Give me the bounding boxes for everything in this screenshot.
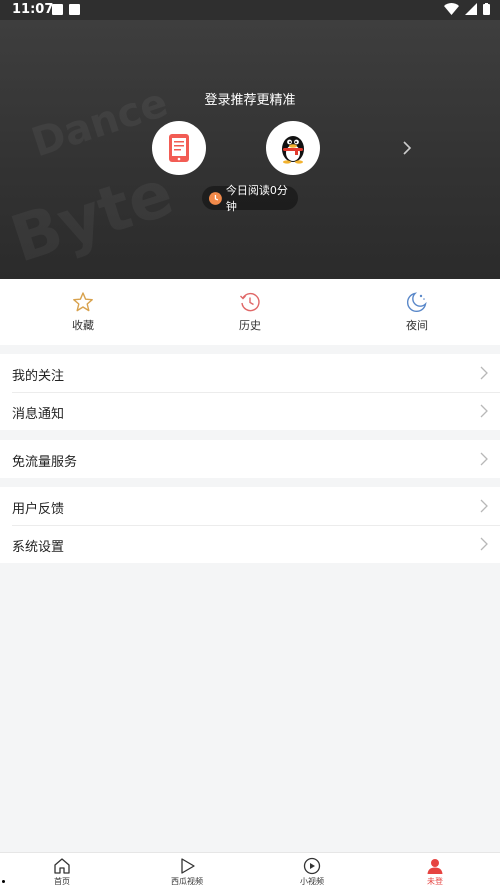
signal-icon xyxy=(465,3,477,15)
favorites-button[interactable]: 收藏 xyxy=(43,291,123,333)
nav-profile[interactable]: 未登 xyxy=(405,857,465,887)
phone-icon xyxy=(169,134,189,162)
history-icon xyxy=(240,292,260,312)
phone-login-button[interactable] xyxy=(152,121,206,175)
status-icons xyxy=(444,3,490,15)
night-mode-button[interactable]: 夜间 xyxy=(377,291,457,333)
menu-item-feedback[interactable]: 用户反馈 xyxy=(0,487,500,525)
menu-group-3: 用户反馈 系统设置 xyxy=(0,487,500,563)
chevron-right-icon xyxy=(480,452,488,466)
menu-item-data-free[interactable]: 免流量服务 xyxy=(0,440,500,478)
bottom-nav: 首页 西瓜视频 小视频 未登 xyxy=(0,852,500,888)
login-header: Byte Dance 登录推荐更精准 今日阅读0分钟 xyxy=(0,20,500,279)
menu-item-notifications[interactable]: 消息通知 xyxy=(0,392,500,430)
star-icon xyxy=(73,292,93,312)
battery-icon xyxy=(483,3,490,15)
nav-label: 首页 xyxy=(54,877,70,886)
app-icon xyxy=(69,4,80,15)
chevron-right-icon xyxy=(403,141,412,155)
menu-group-1: 我的关注 消息通知 xyxy=(0,354,500,430)
favorites-label: 收藏 xyxy=(72,319,94,332)
chevron-right-icon xyxy=(480,499,488,513)
chevron-right-icon xyxy=(480,404,488,418)
reading-time-text: 今日阅读0分钟 xyxy=(225,184,288,213)
nav-label: 西瓜视频 xyxy=(171,877,203,886)
quick-actions: 收藏 历史 夜间 xyxy=(0,279,500,345)
qq-login-button[interactable] xyxy=(266,121,320,175)
login-title: 登录推荐更精准 xyxy=(204,93,296,108)
menu-item-label: 用户反馈 xyxy=(12,502,65,517)
moon-icon xyxy=(406,292,427,313)
menu-item-follows[interactable]: 我的关注 xyxy=(0,354,500,392)
small-video-icon xyxy=(303,857,321,875)
play-icon xyxy=(181,858,195,874)
nav-label: 未登 xyxy=(427,877,443,886)
indicator-dot xyxy=(2,880,5,883)
status-bar: 11:07 xyxy=(0,0,500,20)
menu-item-label: 消息通知 xyxy=(12,407,65,422)
menu-group-2: 免流量服务 xyxy=(0,440,500,478)
menu-item-label: 免流量服务 xyxy=(12,455,78,470)
wifi-icon xyxy=(444,3,459,15)
menu-item-label: 系统设置 xyxy=(12,540,65,555)
chevron-right-icon xyxy=(480,366,488,380)
chevron-right-icon xyxy=(480,537,488,551)
menu-item-settings[interactable]: 系统设置 xyxy=(0,525,500,563)
nav-home[interactable]: 首页 xyxy=(32,857,92,887)
history-label: 历史 xyxy=(239,319,261,332)
user-icon xyxy=(427,859,443,874)
gallery-icon xyxy=(52,4,63,15)
reading-time-badge[interactable]: 今日阅读0分钟 xyxy=(202,184,298,213)
status-time: 11:07 xyxy=(12,2,54,17)
more-login-arrow[interactable] xyxy=(402,140,412,159)
nav-small-video[interactable]: 小视频 xyxy=(282,857,342,887)
background-wordmark: Byte xyxy=(2,156,182,278)
qq-penguin-icon xyxy=(282,136,304,164)
menu-item-label: 我的关注 xyxy=(12,369,65,384)
nav-xigua-video[interactable]: 西瓜视频 xyxy=(157,857,217,887)
nav-label: 小视频 xyxy=(300,877,324,886)
clock-icon xyxy=(209,191,222,205)
night-mode-label: 夜间 xyxy=(406,319,428,332)
history-button[interactable]: 历史 xyxy=(210,291,290,333)
home-icon xyxy=(54,858,70,874)
